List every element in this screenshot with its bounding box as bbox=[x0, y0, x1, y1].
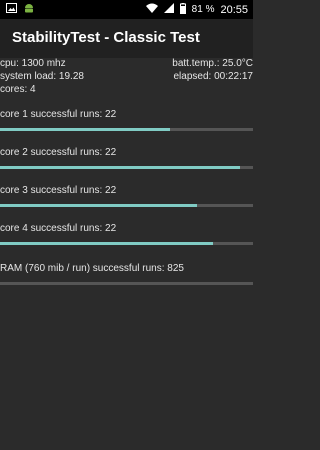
progress-bar bbox=[0, 282, 253, 285]
image-icon bbox=[6, 3, 17, 16]
progress-fill bbox=[0, 242, 213, 245]
android-icon bbox=[23, 3, 35, 16]
test-label: core 1 successful runs: 22 bbox=[0, 109, 117, 120]
status-bar: 81 % 20:55 bbox=[0, 0, 253, 19]
progress-fill bbox=[0, 166, 241, 169]
progress-fill bbox=[0, 128, 170, 131]
app-bar: StabilityTest - Classic Test bbox=[0, 19, 253, 58]
progress-bar bbox=[0, 204, 253, 207]
progress-bar bbox=[0, 242, 253, 245]
elapsed-time: elapsed: 00:22:17 bbox=[173, 71, 253, 82]
screen: 81 % 20:55 StabilityTest - Classic Test … bbox=[0, 0, 253, 450]
wifi-icon bbox=[145, 3, 158, 16]
progress-bar bbox=[0, 166, 253, 169]
progress-bar bbox=[0, 128, 253, 131]
app-title: StabilityTest - Classic Test bbox=[12, 29, 200, 46]
signal-icon bbox=[163, 3, 174, 16]
test-label: core 3 successful runs: 22 bbox=[0, 185, 117, 196]
test-label: RAM (760 mib / run) successful runs: 825 bbox=[0, 263, 184, 274]
progress-fill bbox=[0, 204, 198, 207]
test-label: core 2 successful runs: 22 bbox=[0, 147, 117, 158]
battery-icon bbox=[179, 2, 186, 17]
system-load: system load: 19.28 bbox=[0, 71, 84, 82]
battery-percent: 81 % bbox=[191, 4, 215, 15]
cores-count: cores: 4 bbox=[0, 84, 36, 95]
test-label: core 4 successful runs: 22 bbox=[0, 223, 117, 234]
battery-temperature: batt.temp.: 25.0°C bbox=[172, 58, 253, 69]
cpu-frequency: cpu: 1300 mhz bbox=[0, 58, 66, 69]
clock: 20:55 bbox=[220, 3, 248, 16]
